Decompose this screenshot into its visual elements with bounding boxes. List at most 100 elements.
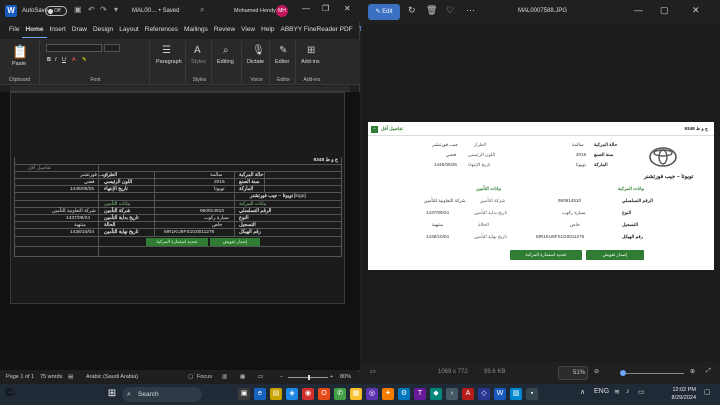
page-count[interactable]: Page 1 of 1 <box>6 374 34 380</box>
save-icon[interactable]: ▣ <box>74 5 82 14</box>
minimize-icon[interactable]: — <box>634 5 643 15</box>
zoom-slider-knob[interactable] <box>620 370 626 376</box>
addins-icon[interactable]: ⊞ <box>307 45 315 56</box>
tab-home[interactable]: Home <box>22 24 47 38</box>
zoom-in-icon[interactable]: ⊕ <box>690 368 695 375</box>
user-name[interactable]: Mohamed Hendy <box>234 8 276 14</box>
renew-registration-button[interactable]: تجديد استمارة المركبة <box>146 238 208 246</box>
clock[interactable]: 12:02 PM 8/29/2024 <box>656 386 696 402</box>
customize-toolbar-icon[interactable]: ▾ <box>114 5 118 14</box>
tab-mailings[interactable]: Mailings <box>181 24 211 38</box>
find-icon[interactable]: ⌕ <box>223 45 229 56</box>
paste-icon[interactable]: 📋 <box>12 44 28 60</box>
bold-icon[interactable]: B <box>47 57 51 63</box>
print-layout-icon[interactable]: ▦ <box>240 374 245 380</box>
maximize-icon[interactable]: ❐ <box>322 4 329 13</box>
italic-icon[interactable]: I <box>55 57 57 63</box>
proofing-icon[interactable]: ▤ <box>68 374 73 380</box>
discord-icon[interactable]: ◎ <box>366 388 378 400</box>
visual-studio-icon[interactable]: ◇ <box>478 388 490 400</box>
paragraph-button[interactable]: Paragraph <box>156 59 182 65</box>
start-icon[interactable]: ⊞ <box>106 388 118 400</box>
photos-taskbar-icon[interactable]: ▨ <box>510 388 522 400</box>
addins-button[interactable]: Add-ins <box>301 59 320 65</box>
show-hidden-icon[interactable]: ∧ <box>580 388 585 396</box>
issue-authorization-button[interactable]: إصدار تفويض <box>210 238 260 246</box>
edit-button[interactable]: ✎ Edit <box>368 4 400 20</box>
word-taskbar-icon[interactable]: W <box>494 388 506 400</box>
zoom-out-icon[interactable]: ⊖ <box>594 368 599 375</box>
close-icon[interactable]: ✕ <box>692 5 700 16</box>
zoom-out-icon[interactable]: − <box>280 374 283 380</box>
tab-file[interactable]: File <box>6 24 22 38</box>
office-icon[interactable]: O <box>318 388 330 400</box>
tab-review[interactable]: Review <box>211 24 238 38</box>
vpn-icon[interactable]: ◆ <box>430 388 442 400</box>
avatar[interactable]: MH <box>276 5 288 17</box>
delete-icon[interactable]: 🗑 <box>426 5 437 16</box>
font-size-select[interactable] <box>104 44 120 52</box>
font-family-select[interactable] <box>46 44 102 52</box>
read-mode-icon[interactable]: ▥ <box>222 374 227 380</box>
styles-icon[interactable]: A <box>194 45 201 56</box>
language-status[interactable]: Arabic (Saudi Arabia) <box>86 374 138 380</box>
undo-icon[interactable]: ↶ <box>88 5 95 14</box>
fit-window-icon[interactable]: ⤢ <box>706 368 711 375</box>
zoom-in-icon[interactable]: + <box>330 374 333 380</box>
acrobat-icon[interactable]: A <box>462 388 474 400</box>
tab-references[interactable]: References <box>142 24 181 38</box>
font-color-icon[interactable]: A <box>72 57 76 63</box>
editor-button[interactable]: Editor <box>275 59 289 65</box>
tab-abbyy[interactable]: ABBYY FineReader PDF <box>278 24 356 38</box>
app-icon[interactable]: ▪ <box>526 388 538 400</box>
tab-layout[interactable]: Layout <box>116 24 142 38</box>
search-icon[interactable]: ⌕ <box>200 5 204 15</box>
notifications-icon[interactable]: ▢ <box>704 388 711 396</box>
more-icon[interactable]: ⋯ <box>466 5 475 16</box>
close-icon[interactable]: ✕ <box>344 4 351 13</box>
focus-button[interactable]: Focus <box>197 374 212 380</box>
terminal-icon[interactable]: › <box>446 388 458 400</box>
details-link[interactable]: تفاصيل أقل <box>28 166 51 171</box>
photo-image[interactable]: − تفاصيل أقل ج و ط 9348 تويوتا – جيب فور… <box>368 122 714 270</box>
styles-button[interactable]: Styles <box>191 59 206 65</box>
search-input[interactable]: ⌕ Search <box>122 387 202 402</box>
microphone-icon[interactable]: 🎙 <box>252 45 265 56</box>
store-icon[interactable]: ◈ <box>286 388 298 400</box>
tab-help[interactable]: Help <box>258 24 277 38</box>
weather-icon[interactable]: 🌤 <box>4 387 15 398</box>
firefox-icon[interactable]: ✦ <box>382 388 394 400</box>
zoom-select[interactable]: 51% <box>558 366 588 380</box>
rotate-icon[interactable]: ↻ <box>408 5 416 16</box>
tab-design[interactable]: Design <box>90 24 116 38</box>
zoom-level[interactable]: 80% <box>340 374 351 380</box>
wifi-icon[interactable]: ≋ <box>614 388 620 396</box>
word-count[interactable]: 75 words <box>40 374 62 380</box>
highlight-icon[interactable]: ✎ <box>82 57 87 63</box>
tab-view[interactable]: View <box>238 24 258 38</box>
tab-insert[interactable]: Insert <box>47 24 69 38</box>
document-title[interactable]: MAL00… • Saved <box>132 8 179 14</box>
redo-icon[interactable]: ↷ <box>100 5 107 14</box>
favorite-icon[interactable]: ♡ <box>446 5 454 16</box>
settings-icon[interactable]: ⚙ <box>398 388 410 400</box>
maximize-icon[interactable]: ▢ <box>660 5 669 16</box>
battery-icon[interactable]: ▭ <box>638 388 645 396</box>
whatsapp-icon[interactable]: ✆ <box>334 388 346 400</box>
editing-button[interactable]: Editing <box>217 59 234 65</box>
files-icon[interactable]: ▦ <box>350 388 362 400</box>
paragraph-icon[interactable]: ☰ <box>162 45 171 56</box>
zoom-slider[interactable] <box>624 373 684 374</box>
editor-icon[interactable]: ✎ <box>279 45 287 56</box>
minimize-icon[interactable]: — <box>302 4 310 13</box>
tab-draw[interactable]: Draw <box>69 24 90 38</box>
dictate-button[interactable]: Dictate <box>247 59 264 65</box>
focus-icon[interactable]: ▢ <box>188 374 193 380</box>
underline-icon[interactable]: U <box>62 57 66 63</box>
file-explorer-icon[interactable]: ▤ <box>270 388 282 400</box>
edge-icon[interactable]: e <box>254 388 266 400</box>
autosave-toggle[interactable]: Off <box>45 6 67 16</box>
document-page[interactable]: ج و ط 9348 تفاصيل أقل حالة المركبة سالمة… <box>10 92 345 304</box>
volume-icon[interactable]: ♪ <box>626 388 630 395</box>
language-indicator[interactable]: ENG <box>594 388 609 395</box>
